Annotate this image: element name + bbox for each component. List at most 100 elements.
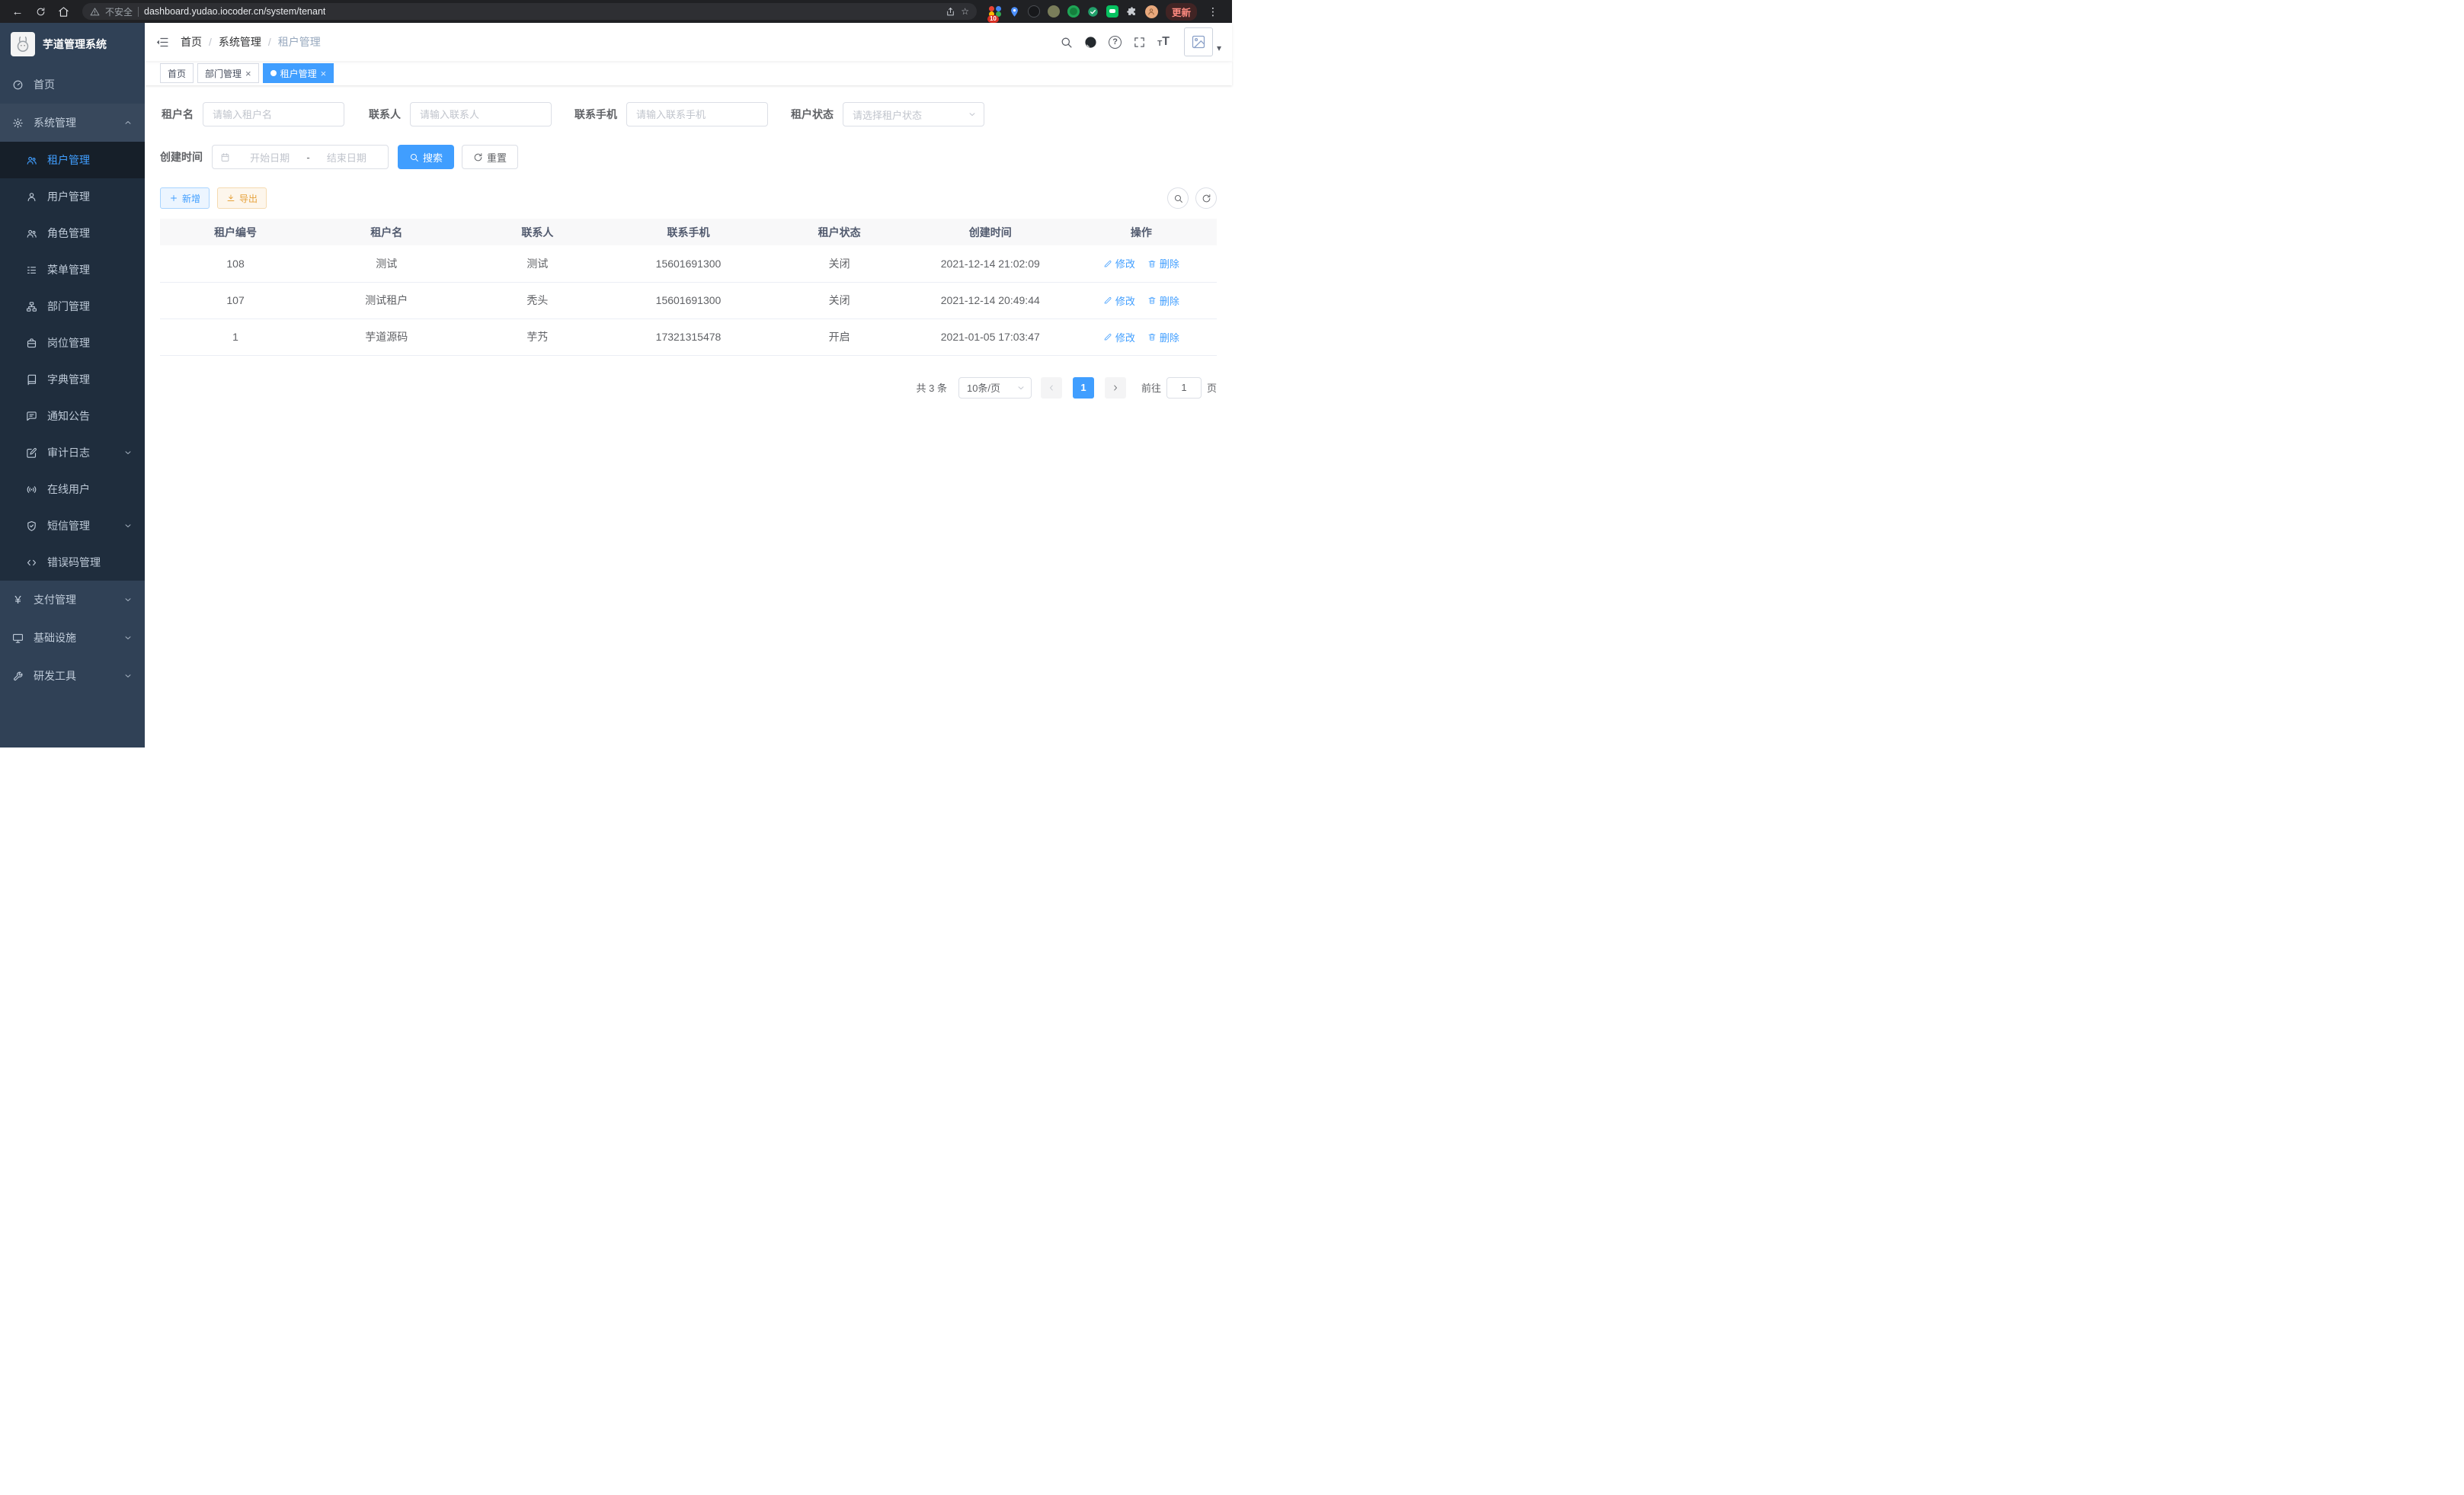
- bookmark-button[interactable]: ☆: [961, 6, 969, 17]
- sidebar-item-audit-log[interactable]: 审计日志: [0, 434, 145, 471]
- cell-tenant-id: 108: [160, 245, 311, 282]
- header-search-button[interactable]: [1060, 36, 1073, 49]
- security-label: 不安全: [105, 5, 133, 18]
- page-number-button[interactable]: 1: [1073, 377, 1094, 399]
- edit-button[interactable]: 修改: [1103, 293, 1135, 308]
- breadcrumb-separator: /: [268, 36, 271, 48]
- chevron-right-icon: [1111, 383, 1120, 392]
- user-menu[interactable]: ▾: [1184, 27, 1221, 56]
- font-size-button[interactable]: TT: [1157, 36, 1170, 48]
- sidebar-item-devtools[interactable]: 研发工具: [0, 657, 145, 695]
- sidebar-toggle-button[interactable]: [145, 23, 181, 61]
- sidebar-item-tenant[interactable]: 租户管理: [0, 142, 145, 178]
- cell-created: 2021-01-05 17:03:47: [915, 319, 1066, 355]
- delete-button[interactable]: 删除: [1147, 256, 1179, 271]
- export-button[interactable]: 导出: [217, 187, 267, 209]
- search-button[interactable]: 搜索: [398, 145, 454, 169]
- update-button[interactable]: 更新: [1166, 3, 1197, 21]
- green-ring-extension-icon[interactable]: [1067, 5, 1080, 18]
- sidebar-item-role[interactable]: 角色管理: [0, 215, 145, 251]
- github-button[interactable]: [1084, 36, 1097, 49]
- home-button[interactable]: [53, 2, 73, 21]
- page-size-select[interactable]: 10条/页: [958, 377, 1032, 399]
- chat-extension-icon[interactable]: [1106, 5, 1118, 18]
- sidebar-item-user[interactable]: 用户管理: [0, 178, 145, 215]
- add-button[interactable]: 新增: [160, 187, 210, 209]
- tab-label: 租户管理: [280, 67, 317, 80]
- reload-button[interactable]: [30, 2, 50, 21]
- contact-input[interactable]: [410, 102, 552, 126]
- cell-status: 关闭: [764, 282, 915, 319]
- list-icon: [26, 264, 37, 276]
- status-select[interactable]: 请选择租户状态: [843, 102, 984, 126]
- close-icon[interactable]: ×: [321, 69, 327, 78]
- fullscreen-icon: [1133, 36, 1146, 49]
- browser-menu-button[interactable]: ⋮: [1205, 5, 1221, 18]
- sidebar-item-home[interactable]: 首页: [0, 66, 145, 104]
- sidebar-item-dept[interactable]: 部门管理: [0, 288, 145, 325]
- breadcrumb-home[interactable]: 首页: [181, 34, 202, 50]
- puzzle-extensions-icon[interactable]: [1126, 6, 1138, 18]
- tab-tenant[interactable]: 租户管理 ×: [263, 63, 334, 83]
- sidebar-item-label: 审计日志: [47, 445, 90, 460]
- prev-page-button[interactable]: [1041, 377, 1062, 399]
- extensions-area: 10 更新 ⋮: [986, 3, 1224, 21]
- delete-button[interactable]: 删除: [1147, 330, 1179, 344]
- sidebar-item-menu[interactable]: 菜单管理: [0, 251, 145, 288]
- edit-button[interactable]: 修改: [1103, 330, 1135, 344]
- reset-button[interactable]: 重置: [462, 145, 518, 169]
- sidebar-item-online-user[interactable]: 在线用户: [0, 471, 145, 507]
- close-icon[interactable]: ×: [245, 69, 251, 78]
- check-extension-icon[interactable]: [1087, 6, 1099, 18]
- sidebar-item-sms[interactable]: 短信管理: [0, 507, 145, 544]
- column-header: 联系手机: [613, 219, 763, 245]
- tenant-table: 租户编号 租户名 联系人 联系手机 租户状态 创建时间 操作 108 测试 测试: [160, 219, 1217, 356]
- sidebar-item-notice[interactable]: 通知公告: [0, 398, 145, 434]
- search-icon: [409, 152, 419, 162]
- breadcrumb-system[interactable]: 系统管理: [219, 34, 261, 50]
- fullscreen-button[interactable]: [1133, 36, 1146, 49]
- user-icon: [26, 191, 37, 203]
- sidebar-item-error-code[interactable]: 错误码管理: [0, 544, 145, 581]
- password-extension-icon[interactable]: 10: [989, 5, 1001, 18]
- share-icon: [946, 7, 955, 17]
- toggle-search-button[interactable]: [1167, 187, 1189, 209]
- refresh-table-button[interactable]: [1195, 187, 1217, 209]
- share-button[interactable]: [946, 7, 955, 17]
- logo[interactable]: 芋道管理系统: [0, 23, 145, 66]
- date-separator: -: [303, 152, 312, 163]
- pin-extension-icon[interactable]: [1009, 6, 1020, 18]
- cell-actions: 修改 删除: [1066, 245, 1217, 282]
- tab-home[interactable]: 首页: [160, 63, 194, 83]
- sidebar-item-post[interactable]: 岗位管理: [0, 325, 145, 361]
- sidebar-item-payment[interactable]: ¥ 支付管理: [0, 581, 145, 619]
- field-label: 租户状态: [791, 107, 843, 122]
- profile-avatar[interactable]: [1145, 5, 1158, 18]
- back-button[interactable]: ←: [8, 2, 27, 21]
- chevron-down-icon: [968, 110, 977, 119]
- sidebar-item-system[interactable]: 系统管理: [0, 104, 145, 142]
- tab-dept[interactable]: 部门管理 ×: [197, 63, 259, 83]
- cell-created: 2021-12-14 21:02:09: [915, 245, 1066, 282]
- rabbit-icon: [13, 34, 33, 54]
- yen-icon: ¥: [12, 594, 24, 607]
- sidebar-item-label: 短信管理: [47, 518, 90, 533]
- sidebar-item-infrastructure[interactable]: 基础设施: [0, 619, 145, 657]
- delete-button[interactable]: 删除: [1147, 293, 1179, 308]
- calendar-icon: [220, 152, 230, 162]
- sidebar-item-dict[interactable]: 字典管理: [0, 361, 145, 398]
- olive-extension-icon[interactable]: [1048, 5, 1060, 18]
- help-button[interactable]: ?: [1109, 36, 1122, 49]
- address-bar[interactable]: 不安全 dashboard.yudao.iocoder.cn/system/te…: [82, 3, 977, 20]
- next-page-button[interactable]: [1105, 377, 1126, 399]
- sidebar-item-label: 部门管理: [47, 299, 90, 314]
- tenant-name-input[interactable]: [203, 102, 344, 126]
- phone-input[interactable]: [626, 102, 768, 126]
- goto-page-input[interactable]: [1166, 377, 1202, 399]
- trash-icon: [1147, 296, 1157, 305]
- edit-button[interactable]: 修改: [1103, 256, 1135, 271]
- message-icon: [26, 411, 37, 422]
- dark-extension-icon[interactable]: [1028, 5, 1040, 18]
- date-range-picker[interactable]: 开始日期 - 结束日期: [212, 145, 389, 169]
- briefcase-icon: [26, 338, 37, 349]
